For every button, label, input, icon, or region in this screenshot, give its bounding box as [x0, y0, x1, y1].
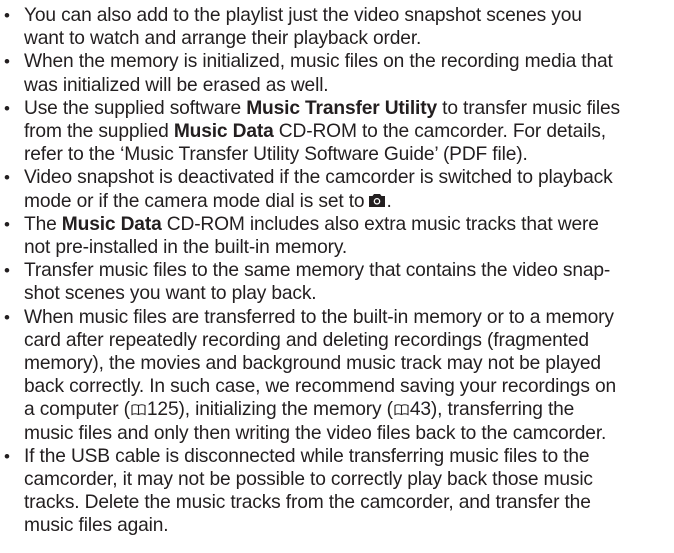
- list-item: • You can also add to the playlist just …: [0, 4, 674, 50]
- text-line: memory), the movies and background music…: [24, 353, 601, 375]
- text: The: [24, 213, 62, 235]
- text: Use the supplied software: [24, 97, 247, 119]
- text-line: mode or if the camera mode dial is set t…: [24, 190, 674, 213]
- text-line: shot scenes you want to play back.: [24, 283, 317, 305]
- text-line: music files again.: [24, 515, 169, 537]
- text: to transfer music files: [436, 97, 620, 119]
- text-line: If the USB cable is disconnected while t…: [24, 445, 590, 467]
- list-item: • When the memory is initialized, music …: [0, 50, 674, 96]
- bullet: •: [4, 6, 10, 25]
- text: from the supplied: [24, 121, 174, 143]
- text: ), transferring the: [430, 399, 575, 421]
- cd-name: Music Data: [61, 213, 162, 235]
- text: CD-ROM to the camcorder. For details,: [273, 121, 606, 143]
- book-reference-icon: [394, 404, 409, 416]
- notes-list: • You can also add to the playlist just …: [0, 4, 674, 538]
- text: .: [386, 190, 392, 212]
- bullet: •: [4, 168, 10, 188]
- manual-notes-page: • You can also add to the playlist just …: [0, 0, 674, 553]
- text-line: from the supplied Music Data CD-ROM to t…: [24, 120, 674, 143]
- bullet: •: [4, 52, 10, 72]
- bullet: •: [4, 214, 10, 234]
- text: CD-ROM includes also extra music tracks …: [161, 213, 599, 235]
- text-line: camcorder, it may not be possible to cor…: [24, 469, 593, 491]
- software-name: Music Transfer Utility: [246, 97, 437, 119]
- list-item: • The Music Data CD-ROM includes also ex…: [0, 213, 674, 259]
- list-item: • Transfer music files to the same memor…: [0, 259, 674, 305]
- text-line: You can also add to the playlist just th…: [24, 5, 582, 26]
- bullet: •: [4, 98, 10, 118]
- text-line: a computer ( 125), initializing the memor…: [24, 398, 674, 421]
- text-line: back correctly. In such case, we recomme…: [24, 376, 616, 398]
- list-item: • If the USB cable is disconnected while…: [0, 445, 674, 538]
- text: a computer (: [24, 399, 130, 421]
- book-reference-icon: [131, 404, 146, 416]
- list-item: • Use the supplied software Music Transf…: [0, 97, 674, 167]
- page-ref: 43: [409, 399, 431, 421]
- bullet: •: [4, 261, 10, 281]
- bullet: •: [4, 446, 10, 466]
- text-line: Transfer music files to the same memory …: [24, 260, 611, 282]
- text-line: Use the supplied software Music Transfer…: [24, 97, 674, 120]
- text-line: The Music Data CD-ROM includes also extr…: [24, 213, 674, 236]
- text-line: When music files are transferred to the …: [24, 306, 614, 328]
- list-item: • Video snapshot is deactivated if the c…: [0, 166, 674, 212]
- cd-name: Music Data: [173, 121, 274, 143]
- text-line: card after repeatedly recording and dele…: [24, 329, 589, 351]
- text-line: refer to the ‘Music Transfer Utility Sof…: [24, 144, 528, 166]
- camera-icon: [369, 193, 386, 207]
- text-line: When the memory is initialized, music fi…: [24, 51, 613, 73]
- text: ), initializing the memory (: [178, 399, 393, 421]
- text-line: Video snapshot is deactivated if the cam…: [24, 167, 613, 189]
- text-line: music files and only then writing the vi…: [24, 422, 607, 444]
- text-line: was initialized will be erased as well.: [24, 74, 329, 96]
- text-line: tracks. Delete the music tracks from the…: [24, 492, 591, 514]
- page-ref: 125: [146, 399, 179, 421]
- text: mode or if the camera mode dial is set t…: [24, 190, 365, 212]
- list-item: • When music files are transferred to th…: [0, 306, 674, 445]
- bullet: •: [4, 307, 10, 327]
- text-line: not pre-installed in the built-in memory…: [24, 237, 348, 259]
- text-line: want to watch and arrange their playback…: [24, 28, 422, 50]
